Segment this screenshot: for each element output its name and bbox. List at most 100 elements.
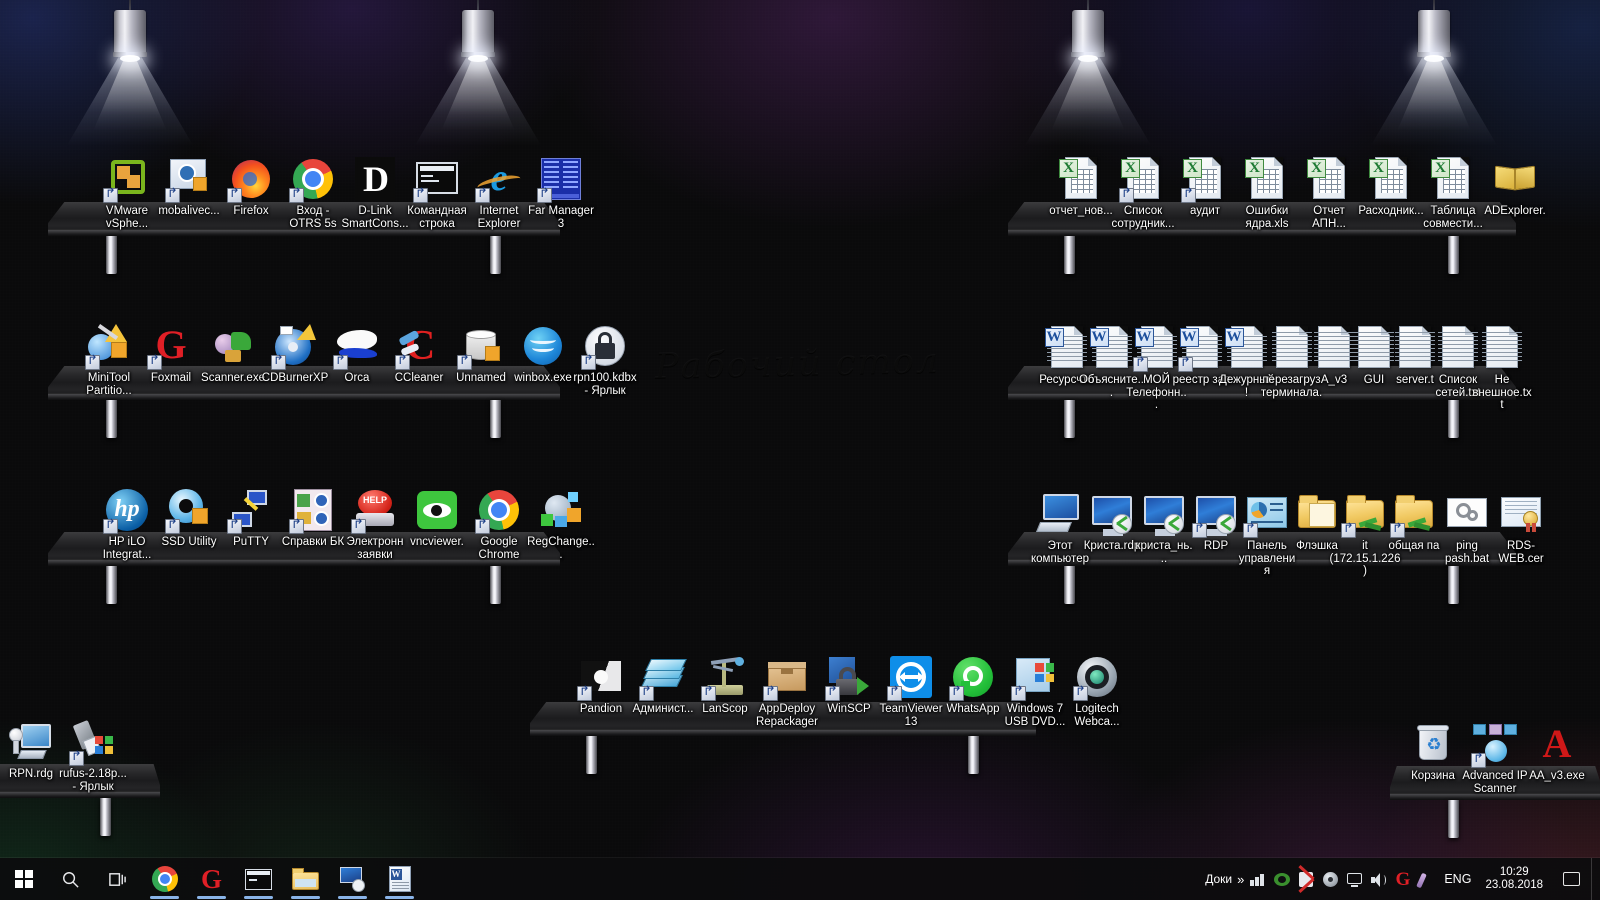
desktop-icon-far-manager[interactable]: Far Manager 3 — [530, 155, 592, 230]
taskbar-app-wordpad[interactable]: W — [376, 858, 423, 900]
desktop-icon-vmware[interactable]: VMware vSphe... — [96, 155, 158, 230]
desktop-icon-admin-tools[interactable]: Админист... — [632, 653, 694, 716]
lanscope-icon — [701, 653, 749, 701]
desktop-icon-ping-pash-bat[interactable]: ping pash.bat — [1440, 490, 1494, 565]
language-indicator[interactable]: ENG — [1441, 872, 1474, 886]
tray-overflow-button[interactable]: » — [1237, 872, 1244, 887]
desktop-icon-rpn-rdg[interactable]: RPN.rdg — [0, 718, 62, 781]
advanced-ip-scanner-icon — [1471, 720, 1519, 768]
desktop-icon-appdeploy-repackager[interactable]: AppDeploy Repackager — [756, 653, 818, 728]
desktop-icon-lanscope[interactable]: LanScop — [694, 653, 756, 716]
desktop-icon-this-pc[interactable]: Этот компьютер — [1034, 490, 1086, 565]
desktop-icon-putty[interactable]: PuTTY — [220, 486, 282, 549]
desktop-icon-winbox[interactable]: winbox.exe — [512, 322, 574, 385]
icon-label: Logitech Webca... — [1063, 703, 1131, 728]
desktop-icon-rdp[interactable]: RDP — [1190, 490, 1242, 553]
desktop-icon-vncviewer[interactable]: vncviewer. — [406, 486, 468, 549]
icon-row-middle-left: MiniTool Partitio... G Foxmail Scanner.e… — [78, 322, 636, 397]
taskbar-app-chrome[interactable] — [141, 858, 188, 900]
icon-label: PuTTY — [217, 536, 285, 549]
desktop-icon-rufus[interactable]: rufus-2.18p... - Ярлык — [62, 718, 124, 793]
desktop-icon-cmd[interactable]: Командная строка — [406, 155, 468, 230]
desktop-icon-gui[interactable]: GUI — [1354, 324, 1394, 387]
desktop-icon-spravki-bk[interactable]: Справки БК — [282, 486, 344, 549]
desktop-icon-winscp[interactable]: WinSCP — [818, 653, 880, 716]
volume-icon[interactable] — [1369, 870, 1388, 889]
desktop-icon-raskhodnik[interactable]: X Расходник... — [1360, 155, 1422, 218]
desktop-icon-logitech-webcam[interactable]: Logitech Webca... — [1066, 653, 1128, 728]
show-desktop-button[interactable] — [1591, 858, 1598, 900]
desktop-icon-moy-telefon[interactable]: W МОЙ Телефонн... — [1134, 324, 1179, 412]
desktop-icon-mobalivec[interactable]: mobalivec... — [158, 155, 220, 218]
disk-icon[interactable] — [1321, 870, 1340, 889]
clock[interactable]: 10:29 23.08.2018 — [1479, 866, 1551, 892]
desktop-icon-otchet-apn[interactable]: X Отчет АПН... — [1298, 155, 1360, 230]
nvidia-icon[interactable] — [1273, 870, 1292, 889]
desktop-icon-keepass[interactable]: rpn100.kdbx - Ярлык — [574, 322, 636, 397]
desktop-icon-audit[interactable]: X аудит — [1174, 155, 1236, 218]
desktop-icon-advanced-ip-scanner[interactable]: Advanced IP Scanner — [1464, 720, 1526, 795]
whatsapp-icon — [949, 653, 997, 701]
desktop-icon-ne-vneshnoe[interactable]: Не внешное.txt — [1480, 324, 1524, 412]
desktop-icon-cdburnerxp[interactable]: CDBurnerXP — [264, 322, 326, 385]
desktop-icon-control-panel[interactable]: Панель управления — [1242, 490, 1292, 578]
kaspersky-icon[interactable] — [1297, 870, 1316, 889]
desktop-icon-pandion[interactable]: Pandion — [570, 653, 632, 716]
desktop-icon-scanner-exe[interactable]: Scanner.exe — [202, 322, 264, 385]
start-button[interactable] — [0, 858, 47, 900]
desktop-icon-krista-rdp[interactable]: Криста.rdp — [1086, 490, 1138, 553]
desktop-icon-dlink[interactable]: D D-Link SmartCons... — [344, 155, 406, 230]
foxmail-tray-icon[interactable]: G — [1393, 870, 1412, 889]
desktop-icon-it-network-folder[interactable]: it (172.15.1.226) — [1342, 490, 1388, 578]
network-icon[interactable] — [1249, 870, 1268, 889]
desktop-icon-adexplorer[interactable]: ADExplorer. — [1484, 155, 1546, 218]
desktop-icon-rds-web-cer[interactable]: RDS-WEB.cer — [1494, 490, 1548, 565]
vncviewer-icon — [413, 486, 461, 534]
desktop-icon-unnamed[interactable]: Unnamed — [450, 322, 512, 385]
desktop-icon-hp-ilo[interactable]: hp HP iLO Integrat... — [96, 486, 158, 561]
desktop-icon-a-v3[interactable]: A_v3 — [1314, 324, 1354, 387]
desktop-icon-tablitsa-sovmestimosti[interactable]: X Таблица совмести... — [1422, 155, 1484, 230]
desktop-icon-oshibki-yadra[interactable]: X Ошибки ядра.xls — [1236, 155, 1298, 230]
desktop-icon-aa-v3-exe[interactable]: A AA_v3.exe — [1526, 720, 1588, 783]
task-view-button[interactable] — [94, 858, 141, 900]
desktop-icon-electronic-requests[interactable]: HELP Электронн заявки — [344, 486, 406, 561]
desktop-icon-orca[interactable]: Orca — [326, 322, 388, 385]
taskbar[interactable]: G W — [0, 858, 1600, 900]
remote-display-icon[interactable] — [1345, 870, 1364, 889]
icon-label: Google Chrome — [465, 536, 533, 561]
icon-label: Ошибки ядра.xls — [1233, 205, 1301, 230]
desktop-icon-foxmail[interactable]: G Foxmail — [140, 322, 202, 385]
taskbar-app-cmd[interactable] — [235, 858, 282, 900]
shortcut-overlay-icon — [271, 355, 286, 370]
windows-logo-icon — [15, 870, 33, 888]
icon-label: Список сотрудник... — [1109, 205, 1177, 230]
desktop-icon-otchet-nov[interactable]: X отчет_нов... — [1050, 155, 1112, 218]
desktop-icon-ssd-utility[interactable]: SSD Utility — [158, 486, 220, 549]
icon-label: D-Link SmartCons... — [341, 205, 409, 230]
desktop-icon-google-chrome[interactable]: Google Chrome — [468, 486, 530, 561]
desktop-icon-otrs[interactable]: Вход - OTRS 5s — [282, 155, 344, 230]
desktop-icon-teamviewer[interactable]: TeamViewer 13 — [880, 653, 942, 728]
desktop-icon-firefox[interactable]: Firefox — [220, 155, 282, 218]
text-file-icon — [1478, 324, 1526, 372]
desktop-icon-perezagruzka-terminala[interactable]: перезагруз терминала. — [1269, 324, 1314, 399]
desktop-icon-win7-usb-dvd[interactable]: Windows 7 USB DVD... — [1004, 653, 1066, 728]
taskbar-app-foxmail[interactable]: G — [188, 858, 235, 900]
pen-icon[interactable] — [1417, 870, 1436, 889]
search-button[interactable] — [47, 858, 94, 900]
desktop-icon-whatsapp[interactable]: WhatsApp — [942, 653, 1004, 716]
action-center-button[interactable] — [1556, 858, 1586, 900]
taskbar-app-explorer[interactable] — [282, 858, 329, 900]
desktop-icon-minitool[interactable]: MiniTool Partitio... — [78, 322, 140, 397]
desktop-icon-regchange[interactable]: RegChange... — [530, 486, 592, 561]
running-indicator — [244, 896, 273, 899]
tray-docs-label[interactable]: Доки — [1205, 872, 1232, 886]
taskbar-app-rdp[interactable] — [329, 858, 376, 900]
desktop-icon-internet-explorer[interactable]: e Internet Explorer — [468, 155, 530, 230]
desktop-icon-krista-nb[interactable]: криста_нь... — [1138, 490, 1190, 565]
desktop-icon-ccleaner[interactable]: C CCleaner — [388, 322, 450, 385]
desktop-icon-recycle-bin[interactable]: ♻ Корзина — [1402, 720, 1464, 783]
desktop-icon-spisok-sotrudnikov[interactable]: X Список сотрудник... — [1112, 155, 1174, 230]
desktop-icon-obshchaya-papka[interactable]: общая па — [1388, 490, 1440, 553]
